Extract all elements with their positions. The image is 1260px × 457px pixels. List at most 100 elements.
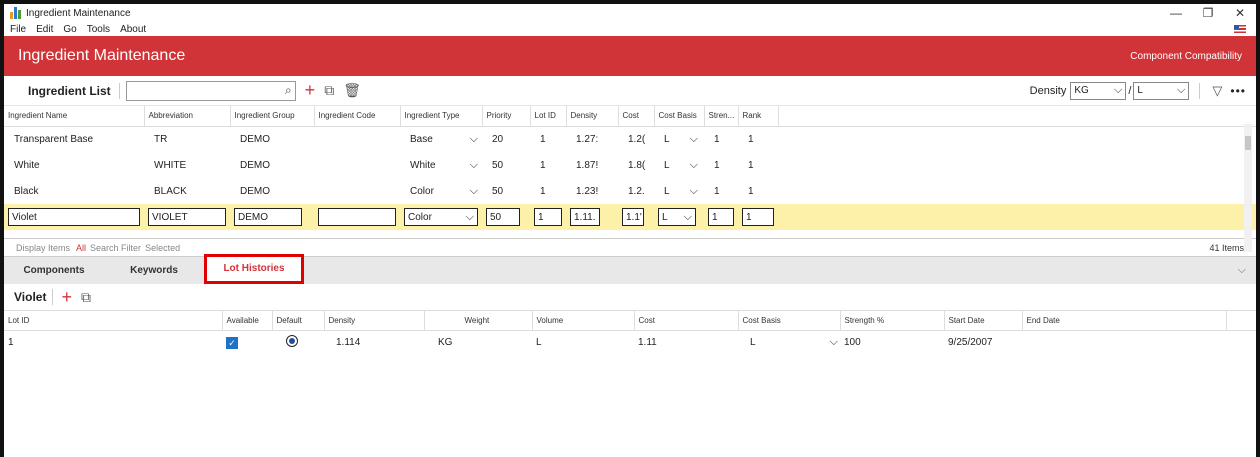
type-dropdown[interactable]: Color ⌵ (404, 208, 478, 226)
type-dropdown[interactable]: White ⌵ (410, 159, 478, 172)
column-header[interactable]: Ingredient Name (4, 106, 145, 127)
column-header[interactable]: Lot ID (530, 106, 567, 127)
cost-basis-dropdown[interactable]: L ⌵ (664, 159, 698, 172)
page-title: Ingredient Maintenance (18, 47, 186, 64)
type-dropdown[interactable]: Base ⌵ (410, 133, 478, 146)
cell-start-date[interactable]: 9/25/2007 (944, 331, 1022, 355)
column-header[interactable]: Default (272, 310, 325, 331)
column-header[interactable]: Available (222, 310, 273, 331)
column-header[interactable]: Ingredient Type (400, 106, 483, 127)
column-header[interactable]: Strength % (840, 310, 945, 331)
chevron-down-icon: ⌵ (1177, 84, 1186, 96)
cell-cost: 1.8( (628, 159, 646, 171)
copy-icon[interactable]: ⧉ (81, 289, 91, 306)
table-row[interactable]: 1 ✓ 1.114 KG L 1.11 L ⌵ 100 9/25/2007 (4, 331, 1256, 355)
search-input[interactable]: ⌕ (125, 80, 296, 101)
column-header[interactable]: Volume (532, 310, 635, 331)
menu-about[interactable]: About (120, 24, 146, 35)
tab-components[interactable]: Components (4, 257, 104, 285)
column-header[interactable]: Cost (634, 310, 739, 331)
priority-field[interactable]: 50 (486, 208, 520, 226)
search-icon[interactable]: ⌕ (285, 83, 292, 98)
density-volume-select[interactable]: L ⌵ (1133, 81, 1190, 100)
column-header[interactable]: Stren... (704, 106, 739, 127)
ingredient-table: Ingredient Name Abbreviation Ingredient … (4, 106, 1256, 230)
strength-field[interactable]: 1 (708, 208, 734, 226)
cell-abbreviation: TR (154, 133, 168, 145)
detail-tabs: Components Keywords Lot Histories ⌵ (4, 253, 1256, 285)
column-header[interactable]: Cost Basis (654, 106, 705, 127)
scrollbar-thumb[interactable] (1245, 136, 1251, 150)
menu-file[interactable]: File (10, 24, 26, 35)
maximize-button[interactable]: ❐ (1192, 6, 1224, 20)
minimize-button[interactable]: — (1160, 6, 1192, 20)
type-value: White (410, 159, 436, 171)
more-icon[interactable]: ••• (1230, 84, 1246, 98)
column-header[interactable]: Ingredient Group (230, 106, 315, 127)
name-field[interactable]: Violet (8, 208, 140, 226)
add-icon[interactable]: + (61, 287, 72, 308)
chevron-down-icon: ⌵ (689, 132, 698, 145)
column-header[interactable]: Density (566, 106, 619, 127)
filter-search[interactable]: Search Filter (90, 243, 141, 253)
language-flag-icon[interactable] (1234, 25, 1246, 33)
code-field[interactable] (318, 208, 396, 226)
cell-end-date[interactable] (1022, 331, 1226, 355)
column-header[interactable]: Cost (618, 106, 655, 127)
cell-volume: L (536, 337, 542, 349)
cell-cost: 1.2. (628, 185, 645, 197)
cell-strength: 1 (714, 185, 720, 197)
table-row[interactable]: Black BLACK DEMO Color ⌵ 50 1 1.23! 1.2. … (4, 178, 1256, 204)
cell-priority: 20 (492, 133, 504, 145)
cell-cost: 1.2( (628, 133, 646, 145)
filter-selected[interactable]: Selected (145, 243, 180, 253)
menu-go[interactable]: Go (63, 24, 76, 35)
column-header[interactable]: Lot ID (4, 310, 223, 331)
cost-basis-dropdown[interactable]: L ⌵ (664, 133, 698, 146)
cell-code (314, 152, 400, 178)
table-row[interactable]: Transparent Base TR DEMO Base ⌵ 20 1 1.27… (4, 126, 1256, 152)
selected-table-row[interactable]: Violet VIOLET DEMO Color ⌵ 50 1 1.11. 1.1… (4, 204, 1256, 230)
rank-field[interactable]: 1 (742, 208, 774, 226)
density-weight-select[interactable]: KG ⌵ (1070, 81, 1127, 100)
component-compatibility-link[interactable]: Component Compatibility (1130, 51, 1242, 62)
group-field[interactable]: DEMO (234, 208, 302, 226)
column-header[interactable]: Weight (424, 310, 533, 331)
copy-icon[interactable]: ⧉ (324, 82, 334, 99)
column-header[interactable]: Rank (738, 106, 779, 127)
menu-tools[interactable]: Tools (87, 24, 110, 35)
table-row[interactable]: White WHITE DEMO White ⌵ 50 1 1.87! 1.8( … (4, 152, 1256, 178)
abbreviation-field[interactable]: VIOLET (148, 208, 226, 226)
type-dropdown[interactable]: Color ⌵ (410, 185, 478, 198)
default-radio[interactable] (286, 335, 298, 348)
column-header[interactable]: Abbreviation (144, 106, 231, 127)
column-header[interactable]: Start Date (944, 310, 1023, 331)
menu-edit[interactable]: Edit (36, 24, 53, 35)
column-header-spacer (778, 106, 1256, 127)
chevron-down-icon[interactable]: ⌵ (1238, 264, 1246, 277)
column-header[interactable]: Ingredient Code (314, 106, 401, 127)
add-icon[interactable]: + (305, 80, 316, 101)
column-header[interactable]: Density (324, 310, 425, 331)
available-checkbox[interactable]: ✓ (226, 336, 238, 349)
ingredient-list-title: Ingredient List (28, 83, 111, 98)
column-header[interactable]: Priority (482, 106, 531, 127)
item-count: 41 Items (1209, 242, 1244, 253)
cost-basis-dropdown[interactable]: L ⌵ (750, 336, 838, 349)
column-header[interactable]: Cost Basis (738, 310, 841, 331)
cell-strength: 1 (714, 133, 720, 145)
cell-cost: 1.11 (638, 337, 657, 349)
trash-icon[interactable]: 🗑︎ (343, 82, 361, 99)
tab-keywords[interactable]: Keywords (104, 257, 204, 285)
tab-lot-histories[interactable]: Lot Histories (204, 253, 304, 284)
vertical-scrollbar[interactable] (1244, 124, 1252, 252)
filter-all[interactable]: All (76, 243, 86, 253)
column-header[interactable]: End Date (1022, 310, 1227, 331)
filter-icon[interactable]: ▽ (1212, 83, 1222, 99)
cost-basis-dropdown[interactable]: L ⌵ (664, 185, 698, 198)
cost-field[interactable]: 1.1' (622, 208, 644, 226)
close-button[interactable]: ✕ (1224, 6, 1256, 20)
cost-basis-dropdown[interactable]: L ⌵ (658, 208, 696, 226)
lot-id-field[interactable]: 1 (534, 208, 562, 226)
density-field[interactable]: 1.11. (570, 208, 600, 226)
